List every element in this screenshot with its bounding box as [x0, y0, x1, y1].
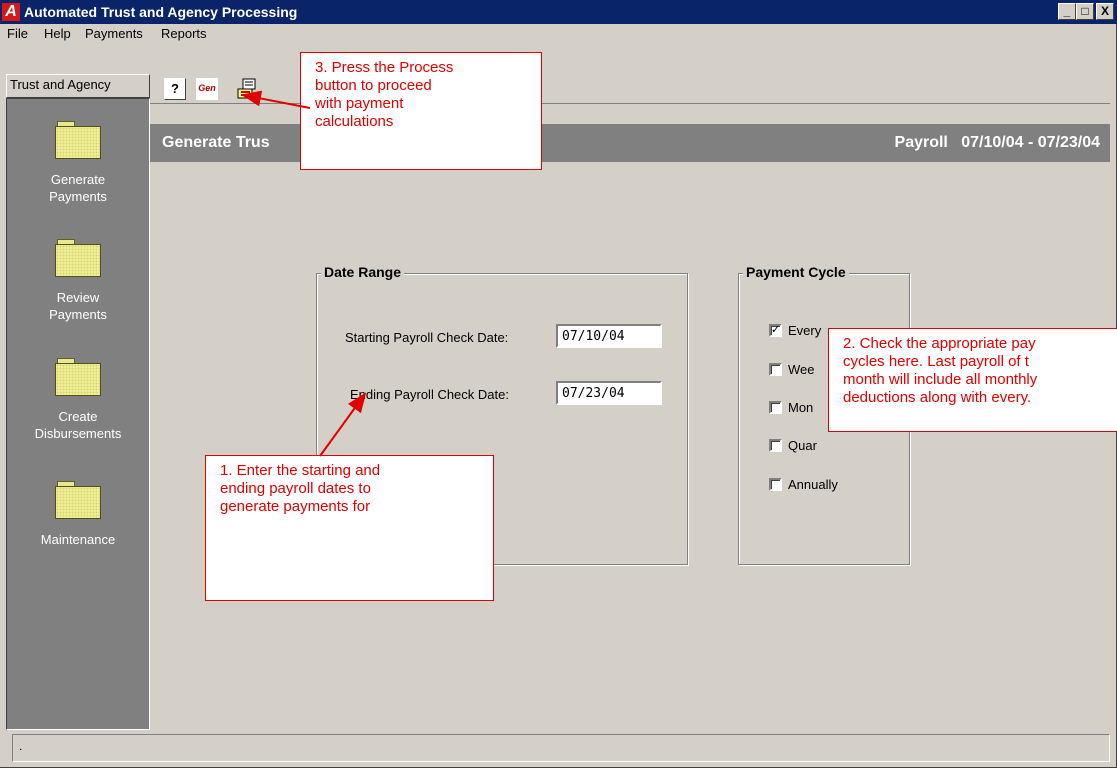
cycle-option-quarterly[interactable]: Quar — [769, 437, 817, 453]
callout-line: 1. Enter the starting and — [220, 462, 381, 479]
sidebar-item-maintenance[interactable]: Maintenance — [7, 481, 149, 548]
sidebar-item-create-disbursements[interactable]: Create Disbursements — [7, 358, 149, 442]
folder-icon — [55, 481, 101, 519]
payroll-range: 07/10/04 - 07/23/04 — [961, 134, 1100, 151]
cycle-label: Mon — [788, 400, 814, 416]
start-date-input[interactable] — [556, 324, 662, 348]
annually-checkbox[interactable] — [769, 478, 782, 492]
callout-line: 3. Press the Process — [315, 59, 454, 76]
sidebar-item-label: Maintenance — [40, 532, 116, 547]
callout-dates: 1. Enter the starting and ending payroll… — [205, 455, 494, 601]
callout-line: month will include all monthly — [843, 371, 1038, 388]
cycle-label: Quar — [788, 438, 817, 454]
cycle-label: Annually — [788, 477, 838, 493]
cycle-option-weekly[interactable]: Wee — [769, 361, 815, 377]
sidebar-item-label: Create — [58, 409, 98, 424]
title-bar[interactable]: A Automated Trust and Agency Processing … — [0, 0, 1117, 24]
sidebar-item-label: Review — [56, 290, 100, 305]
every-checkbox[interactable]: ✓ — [769, 324, 782, 338]
callout-process: 3. Press the Process button to proceed w… — [300, 52, 542, 170]
callout-line: calculations — [315, 113, 394, 130]
sidebar-item-label: Generate — [50, 172, 106, 187]
sidebar-item-generate-payments[interactable]: Generate Payments — [7, 121, 149, 205]
window-title: Automated Trust and Agency Processing — [24, 4, 298, 20]
date-range-title: Date Range — [321, 264, 405, 280]
callout-line: ending payroll dates to — [220, 480, 371, 497]
toolbar: ? Gen — [150, 72, 1110, 104]
page-title: Generate Trus — [162, 134, 270, 151]
help-icon[interactable]: ? — [164, 78, 186, 100]
sidebar-item-review-payments[interactable]: Review Payments — [7, 239, 149, 323]
callout-line: cycles here. Last payroll of t — [843, 353, 1029, 370]
cycle-option-every[interactable]: ✓ Every — [769, 322, 821, 338]
tab-trust-and-agency[interactable]: Trust and Agency — [6, 74, 150, 98]
cycle-option-monthly[interactable]: Mon — [769, 399, 813, 415]
start-date-label: Starting Payroll Check Date: — [345, 330, 509, 345]
app-logo-icon: A — [2, 3, 20, 21]
callout-line: with payment — [315, 95, 404, 112]
callout-line: 2. Check the appropriate pay — [843, 335, 1036, 352]
weekly-checkbox[interactable] — [769, 363, 782, 377]
folder-icon — [55, 358, 101, 396]
callout-payment-cycles: 2. Check the appropriate pay cycles here… — [828, 328, 1117, 432]
cycle-label: Wee — [788, 362, 815, 378]
sidebar-item-label: Payments — [49, 307, 107, 322]
process-icon[interactable]: Gen — [196, 78, 218, 100]
menu-reports[interactable]: Reports — [161, 26, 207, 41]
maximize-button[interactable]: □ — [1076, 3, 1094, 20]
end-date-input[interactable] — [556, 381, 662, 405]
menu-bar: File Help Payments Reports — [0, 24, 1117, 44]
quarterly-checkbox[interactable] — [769, 439, 782, 453]
payment-cycle-title: Payment Cycle — [743, 264, 849, 280]
sidebar-item-label: Payments — [49, 189, 107, 204]
status-bar: . — [12, 734, 1110, 762]
payroll-period: Payroll 07/10/04 - 07/23/04 — [895, 134, 1100, 152]
report-icon[interactable] — [236, 78, 258, 100]
payroll-label: Payroll — [894, 134, 948, 151]
monthly-checkbox[interactable] — [769, 401, 782, 415]
callout-line: deductions along with every. — [843, 389, 1032, 406]
cycle-label: Every — [788, 323, 822, 339]
sidebar-item-label: Disbursements — [34, 426, 122, 441]
callout-line: generate payments for — [220, 498, 371, 515]
page-header: Generate Trus Payroll 07/10/04 - 07/23/0… — [150, 124, 1110, 162]
cycle-option-annually[interactable]: Annually — [769, 476, 838, 492]
minimize-button[interactable]: _ — [1058, 3, 1076, 20]
folder-icon — [55, 239, 101, 277]
end-date-label: Ending Payroll Check Date: — [350, 387, 509, 402]
menu-payments[interactable]: Payments — [85, 26, 143, 41]
menu-file[interactable]: File — [7, 26, 28, 41]
callout-line: button to proceed — [315, 77, 432, 94]
folder-icon — [55, 121, 101, 159]
close-button[interactable]: X — [1096, 3, 1114, 20]
sidebar: Generate Payments Review Payments Create… — [6, 98, 150, 730]
menu-help[interactable]: Help — [44, 26, 71, 41]
